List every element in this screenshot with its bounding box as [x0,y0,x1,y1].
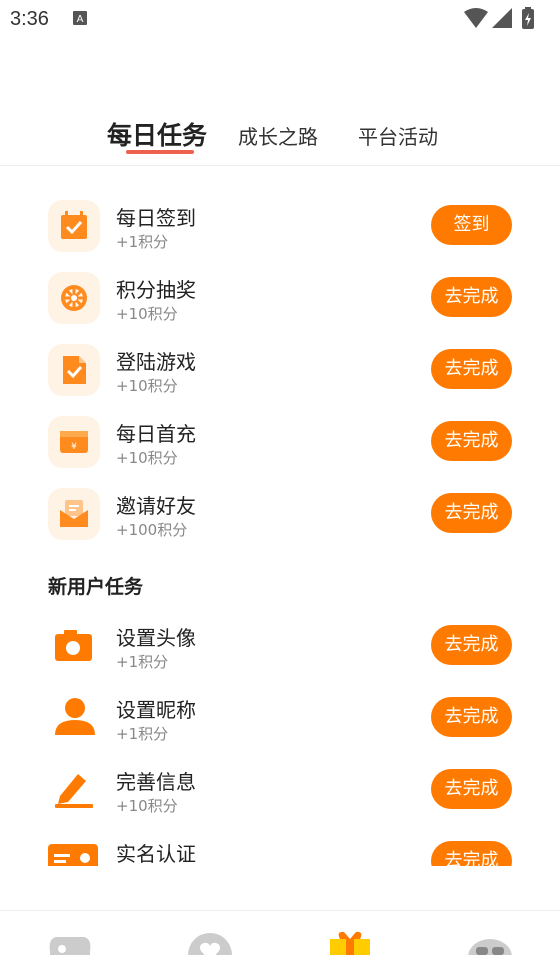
tab-growth-path[interactable]: 成长之路 [238,121,318,150]
go-complete-button[interactable]: 去完成 [431,625,512,665]
task-title: 登陆游戏 [116,350,196,374]
document-check-icon [48,344,100,396]
task-title: 设置头像 [116,626,196,650]
go-complete-button[interactable]: 去完成 [431,697,512,737]
person-icon [48,692,100,744]
tab-daily-tasks[interactable]: 每日任务 [107,116,207,152]
list-item: 实名认证 去完成 [0,836,560,866]
task-title: 每日首充 [116,422,196,446]
new-user-section-title: 新用户任务 [48,576,144,598]
list-item: 积分抽奖 +10积分 去完成 [0,272,560,332]
task-points: +1积分 [116,725,169,743]
bottom-nav [0,910,560,955]
svg-text:A: A [77,14,84,25]
task-points: +100积分 [116,521,188,539]
battery-charging-icon [522,7,534,29]
list-item: 邀请好友 +100积分 去完成 [0,488,560,548]
nav-profile[interactable] [466,921,514,955]
envelope-icon [48,488,100,540]
list-item: 设置头像 +1积分 去完成 [0,620,560,680]
status-bar: 3:36 A [0,0,560,40]
go-complete-button[interactable]: 去完成 [431,769,512,809]
status-right-icons [464,7,534,29]
list-item: 每日签到 +1积分 签到 [0,200,560,260]
id-card-icon [48,836,100,866]
task-points: +10积分 [116,305,178,323]
nav-games[interactable] [46,921,94,955]
gamepad-icon [49,937,91,955]
go-complete-button[interactable]: 去完成 [431,421,512,461]
go-complete-button[interactable]: 去完成 [431,493,512,533]
task-title: 完善信息 [116,770,196,794]
task-points: +10积分 [116,797,178,815]
svg-text:¥: ¥ [71,442,77,452]
task-title: 实名认证 [116,842,196,866]
nav-gifts[interactable] [326,921,374,955]
status-time: 3:36 [10,8,49,30]
wifi-icon [464,8,488,28]
mascot-icon [468,939,512,955]
task-scroll-area[interactable]: 每日签到 +1积分 签到 积分抽奖 +10积分 去完成 登陆游戏 +10积分 去… [0,166,560,866]
task-points: +10积分 [116,449,178,467]
task-tabs: 每日任务 成长之路 平台活动 [0,112,560,164]
wallet-yen-icon: ¥ [48,416,100,468]
tab-platform-activities[interactable]: 平台活动 [358,121,438,150]
go-complete-button[interactable]: 去完成 [431,841,512,866]
list-item: 登陆游戏 +10积分 去完成 [0,344,560,404]
task-title: 邀请好友 [116,494,196,518]
go-complete-button[interactable]: 去完成 [431,277,512,317]
task-points: +1积分 [116,653,169,671]
task-title: 设置昵称 [116,698,196,722]
notification-a-icon: A [73,11,87,25]
pencil-icon [48,764,100,816]
signal-icon [492,8,512,28]
wheel-icon [48,272,100,324]
nav-favorites[interactable] [186,921,234,955]
camera-icon [48,620,100,672]
list-item: ¥ 每日首充 +10积分 去完成 [0,416,560,476]
list-item: 完善信息 +10积分 去完成 [0,764,560,824]
go-complete-button[interactable]: 去完成 [431,349,512,389]
heart-icon [188,933,232,955]
gift-icon [330,931,370,955]
checkin-button[interactable]: 签到 [431,205,512,245]
list-item: 设置昵称 +1积分 去完成 [0,692,560,752]
task-title: 积分抽奖 [116,278,196,302]
active-tab-indicator [126,150,194,154]
task-points: +10积分 [116,377,178,395]
task-title: 每日签到 [116,206,196,230]
calendar-check-icon [48,200,100,252]
task-points: +1积分 [116,233,169,251]
